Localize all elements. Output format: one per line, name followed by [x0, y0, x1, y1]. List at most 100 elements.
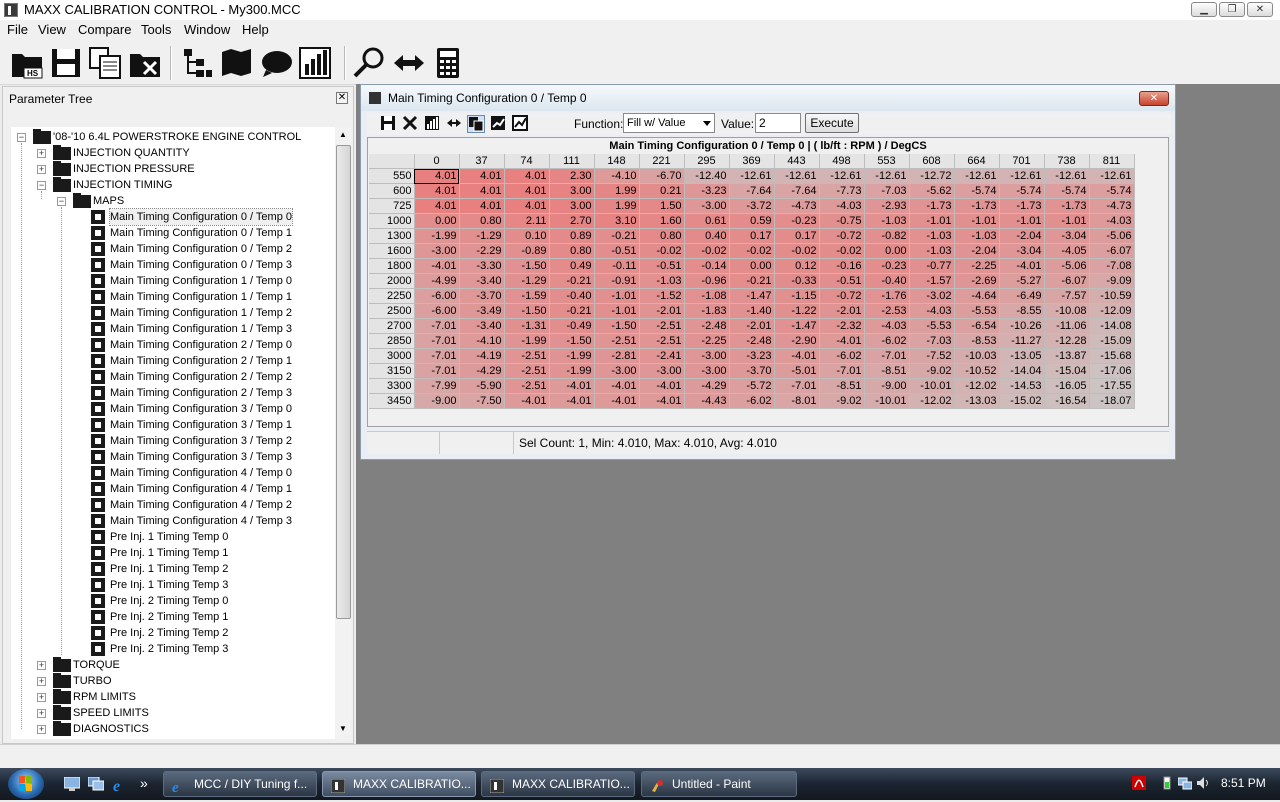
grid-cell[interactable]: -12.61: [954, 168, 1000, 184]
grid-cell[interactable]: -1.01: [909, 213, 955, 229]
discard-x-icon[interactable]: [401, 115, 419, 133]
grid-cell[interactable]: -2.51: [504, 363, 550, 379]
row-header[interactable]: 3300: [369, 378, 415, 394]
copy-map-icon[interactable]: [467, 115, 485, 133]
grid-cell[interactable]: -12.61: [1044, 168, 1090, 184]
grid-cell[interactable]: -1.73: [1044, 198, 1090, 214]
grid-cell[interactable]: -4.03: [864, 318, 910, 334]
grid-cell[interactable]: -3.70: [459, 288, 505, 304]
execute-button[interactable]: Execute: [805, 113, 859, 133]
save-map-icon[interactable]: [379, 115, 397, 133]
row-header[interactable]: 1800: [369, 258, 415, 274]
grid-cell[interactable]: -2.25: [684, 333, 730, 349]
grid-cell[interactable]: 0.80: [459, 213, 505, 229]
grid-cell[interactable]: -12.40: [684, 168, 730, 184]
grid-cell[interactable]: -6.00: [414, 303, 460, 319]
grid-cell[interactable]: -15.68: [1089, 348, 1135, 364]
map-book-icon[interactable]: [220, 46, 254, 80]
grid-cell[interactable]: -12.02: [909, 393, 955, 409]
grid-cell[interactable]: -1.50: [504, 258, 550, 274]
grid-cell[interactable]: 1.99: [594, 183, 640, 199]
volume-tray-icon[interactable]: [1196, 776, 1210, 790]
grid-cell[interactable]: -1.40: [729, 303, 775, 319]
grid-cell[interactable]: -7.01: [414, 363, 460, 379]
column-header[interactable]: 443: [774, 154, 820, 169]
grid-cell[interactable]: -15.09: [1089, 333, 1135, 349]
quick-launch-more-icon[interactable]: »: [140, 776, 156, 791]
grid-cell[interactable]: 1.50: [639, 198, 685, 214]
grid-cell[interactable]: -3.00: [684, 363, 730, 379]
tree-map-item[interactable]: Main Timing Configuration 0 / Temp 3: [11, 257, 341, 273]
grid-cell[interactable]: -1.99: [414, 228, 460, 244]
tree-map-item[interactable]: Pre Inj. 1 Timing Temp 1: [11, 545, 341, 561]
grid-cell[interactable]: -7.03: [864, 183, 910, 199]
scroll-thumb[interactable]: [336, 145, 351, 619]
row-header[interactable]: 3000: [369, 348, 415, 364]
column-header[interactable]: 498: [819, 154, 865, 169]
tree-map-item[interactable]: Main Timing Configuration 0 / Temp 0: [11, 208, 341, 226]
menu-view[interactable]: View: [38, 22, 66, 37]
copy-icon[interactable]: [88, 46, 122, 80]
grid-cell[interactable]: 0.80: [549, 243, 595, 259]
grid-cell[interactable]: 0.00: [864, 243, 910, 259]
grid-cell[interactable]: -4.01: [639, 393, 685, 409]
expand-icon[interactable]: +: [37, 149, 46, 158]
grid-cell[interactable]: -4.64: [954, 288, 1000, 304]
grid-cell[interactable]: -10.08: [1044, 303, 1090, 319]
expand-icon[interactable]: +: [37, 677, 46, 686]
tree-map-item[interactable]: Main Timing Configuration 3 / Temp 1: [11, 417, 341, 433]
grid-cell[interactable]: -5.27: [999, 273, 1045, 289]
task-button-ie[interactable]: e MCC / DIY Tuning f...: [163, 771, 317, 797]
grid-cell[interactable]: -16.54: [1044, 393, 1090, 409]
tree-group-maps[interactable]: − MAPS: [11, 193, 341, 209]
grid-cell[interactable]: -12.61: [729, 168, 775, 184]
grid-cell[interactable]: -1.03: [909, 243, 955, 259]
grid-cell[interactable]: -13.87: [1044, 348, 1090, 364]
tree-root[interactable]: − '08-'10 6.4L POWERSTROKE ENGINE CONTROL: [11, 129, 341, 145]
grid-cell[interactable]: -10.01: [909, 378, 955, 394]
grid-cell[interactable]: -0.21: [729, 273, 775, 289]
grid-cell[interactable]: -5.74: [1089, 183, 1135, 199]
grid-cell[interactable]: -12.61: [774, 168, 820, 184]
grid-cell[interactable]: -6.54: [954, 318, 1000, 334]
grid-cell[interactable]: -7.01: [774, 378, 820, 394]
grid-cell[interactable]: -6.07: [1089, 243, 1135, 259]
grid-cell[interactable]: -7.01: [414, 318, 460, 334]
tree-group[interactable]: + INJECTION QUANTITY: [11, 145, 341, 161]
grid-cell[interactable]: -0.02: [774, 243, 820, 259]
expand-icon[interactable]: +: [37, 693, 46, 702]
grid-cell[interactable]: -1.03: [864, 213, 910, 229]
row-header[interactable]: 2000: [369, 273, 415, 289]
tree-map-item[interactable]: Pre Inj. 2 Timing Temp 2: [11, 625, 341, 641]
grid-cell[interactable]: 1.60: [639, 213, 685, 229]
grid-cell[interactable]: -1.73: [954, 198, 1000, 214]
grid-cell[interactable]: 0.10: [504, 228, 550, 244]
grid-cell[interactable]: -4.10: [594, 168, 640, 184]
grid-cell[interactable]: -2.48: [684, 318, 730, 334]
grid-cell[interactable]: -3.40: [459, 273, 505, 289]
tree-group[interactable]: + SPEED LIMITS: [11, 705, 341, 721]
grid-cell[interactable]: 2.11: [504, 213, 550, 229]
grid-cell[interactable]: -3.49: [459, 303, 505, 319]
grid-cell[interactable]: -3.00: [684, 348, 730, 364]
tree-map-item[interactable]: Main Timing Configuration 4 / Temp 1: [11, 481, 341, 497]
grid-cell[interactable]: -4.01: [594, 393, 640, 409]
grid-cell[interactable]: -4.73: [1089, 198, 1135, 214]
grid-cell[interactable]: -1.22: [774, 303, 820, 319]
tree-group[interactable]: + TURBO: [11, 673, 341, 689]
grid-cell[interactable]: -0.72: [819, 288, 865, 304]
grid-cell[interactable]: -11.06: [1044, 318, 1090, 334]
grid-cell[interactable]: -5.74: [954, 183, 1000, 199]
grid-cell[interactable]: -0.33: [774, 273, 820, 289]
grid-cell[interactable]: 0.61: [684, 213, 730, 229]
menu-window[interactable]: Window: [184, 22, 230, 37]
expand-icon[interactable]: +: [37, 709, 46, 718]
grid-cell[interactable]: -7.01: [414, 333, 460, 349]
grid-cell[interactable]: -13.05: [999, 348, 1045, 364]
grid-cell[interactable]: -7.99: [414, 378, 460, 394]
grid-cell[interactable]: -3.30: [459, 258, 505, 274]
grid-cell[interactable]: -8.01: [774, 393, 820, 409]
column-header[interactable]: 701: [999, 154, 1045, 169]
grid-cell[interactable]: -0.40: [864, 273, 910, 289]
grid-cell[interactable]: 0.17: [774, 228, 820, 244]
